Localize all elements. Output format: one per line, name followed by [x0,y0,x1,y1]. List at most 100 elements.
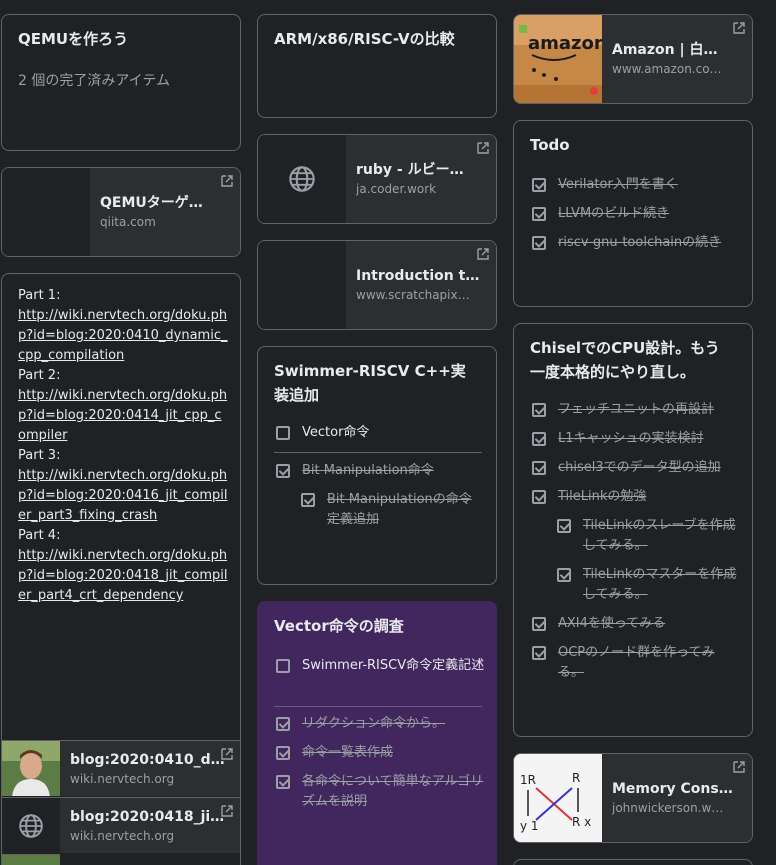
checkbox-checked[interactable] [276,746,290,760]
note-link-ruby[interactable]: ruby - ルビー… ja.coder.work [257,134,497,224]
checkbox-checked[interactable] [532,236,546,250]
link-preview[interactable]: ruby - ルビー… ja.coder.work [258,135,496,223]
checklist-subitem-done[interactable]: TileLinkのスレーブを作成してみる。 [557,516,737,556]
part4-link[interactable]: http://wiki.nervtech.org/doku.php?id=blo… [18,548,227,603]
part1-link[interactable]: http://wiki.nervtech.org/doku.php?id=blo… [18,308,227,363]
note-partial-bottom[interactable] [513,859,753,865]
open-in-new-icon[interactable] [220,747,234,761]
checkbox-checked[interactable] [557,519,571,533]
checkbox-checked[interactable] [276,464,290,478]
svg-text:R: R [572,771,580,785]
checkbox-unchecked[interactable] [276,659,290,673]
svg-text:1R: 1R [520,773,536,787]
link-preview-wiki-2[interactable]: blog:2020:0418_ji… wiki.nervtech.org [2,797,240,853]
note-link-qiita[interactable]: QEMUターゲ… qiita.com [1,167,241,257]
item-text: TileLinkのマスターを作成してみる。 [583,567,737,602]
checklist-item-done[interactable]: フェッチユニットの再設計 [532,400,742,420]
link-thumbnail [2,168,90,256]
item-text: Vector命令 [302,425,370,440]
checklist-item-done[interactable]: 命令一覧表作成 [276,743,486,763]
item-text: TileLinkの勉強 [558,489,647,504]
link-title: Introduction t… [356,268,480,284]
checkbox-checked[interactable] [276,717,290,731]
divider [274,452,482,453]
globe-icon [289,166,315,192]
checklist-item[interactable]: Swimmer-RISCV命令定義記述 [276,656,486,676]
globe-icon-thumb [2,798,60,853]
note-qemu[interactable]: QEMUを作ろう 2 個の完了済みアイテム [1,14,241,151]
link-preview[interactable]: 1R R y 1 R x Memory Cons… johnwickerson.… [514,754,752,842]
open-in-new-icon[interactable] [732,760,746,774]
checklist-item[interactable]: Vector命令 [276,423,486,443]
checkbox-checked[interactable] [301,493,315,507]
checklist-item-done[interactable]: リダクション命令から。 [276,714,486,734]
checkbox-checked[interactable] [532,432,546,446]
note-link-scratchapixel[interactable]: Introduction t… www.scratchapix… [257,240,497,330]
note-todo[interactable]: Todo Verilator入門を書く LLVMのビルド続き riscv-gnu… [513,120,753,307]
link-preview[interactable]: Introduction t… www.scratchapix… [258,241,496,329]
svg-text:amazon: amazon [528,33,602,54]
checkbox-checked[interactable] [532,646,546,660]
part3-label: Part 3: [18,448,61,463]
checkbox-checked[interactable] [557,568,571,582]
link-url: johnwickerson.w… [612,801,724,815]
checklist-item-done[interactable]: TileLinkの勉強 [532,487,742,507]
note-title: ChiselでのCPU設計。もう一度本格的にやり直し。 [530,339,720,381]
link-url: wiki.nervtech.org [70,828,175,843]
link-url: ja.coder.work [356,182,437,196]
checklist-item-done[interactable]: AXI4を使ってみる [532,614,742,634]
checklist-item-done[interactable]: 各命令について簡単なアルゴリズムを説明 [276,772,486,812]
next-preview-thumb [2,854,60,865]
checklist-item-done[interactable]: chisel3でのデータ型の追加 [532,458,742,478]
link-preview-wiki-1[interactable]: blog:2020:0410_d… wiki.nervtech.org [2,740,240,796]
checklist-item-done[interactable]: riscv-gnu-toolchainの続き [532,233,742,253]
checklist-subitem-done[interactable]: TileLinkのマスターを作成してみる。 [557,565,737,605]
checkbox-checked[interactable] [276,775,290,789]
note-link-memory[interactable]: 1R R y 1 R x Memory Cons… johnwickerson.… [513,753,753,843]
open-in-new-icon[interactable] [476,247,490,261]
item-text: リダクション命令から。 [302,716,446,731]
checkbox-checked[interactable] [532,207,546,221]
link-preview[interactable]: QEMUターゲ… qiita.com [2,168,240,256]
part4-label: Part 4: [18,528,61,543]
checklist-item-done[interactable]: OCPのノード群を作ってみる。 [532,643,737,683]
checklist-item-done[interactable]: Bit Manipulation命令 [276,461,486,481]
open-in-new-icon[interactable] [220,174,234,188]
checkbox-checked[interactable] [532,490,546,504]
note-vector-survey[interactable]: Vector命令の調査 Swimmer-RISCV命令定義記述 リダクション命令… [257,601,497,865]
checkbox-checked[interactable] [532,617,546,631]
open-in-new-icon[interactable] [220,804,234,818]
checklist-subitem-done[interactable]: Bit Manipulationの命令定義追加 [301,490,481,530]
amazon-thumbnail: amazon [514,15,602,103]
checkbox-unchecked[interactable] [276,426,290,440]
item-text: AXI4を使ってみる [558,616,666,631]
link-thumbnail [258,241,346,329]
checkbox-checked[interactable] [532,403,546,417]
checkbox-checked[interactable] [532,461,546,475]
link-preview[interactable]: amazon Amazon | 白… www.amazon.co… [514,15,752,103]
checkbox-checked[interactable] [532,178,546,192]
open-in-new-icon[interactable] [732,21,746,35]
part2-label: Part 2: [18,368,61,383]
note-swimmer-cpp[interactable]: Swimmer-RISCV C++実装追加 Vector命令 Bit Manip… [257,346,497,585]
item-text: Verilator入門を書く [558,177,678,192]
part2-link[interactable]: http://wiki.nervtech.org/doku.php?id=blo… [18,388,227,443]
note-jit-wiki[interactable]: Part 1: http://wiki.nervtech.org/doku.ph… [1,273,241,865]
note-chisel-cpu[interactable]: ChiselでのCPU設計。もう一度本格的にやり直し。 フェッチユニットの再設計… [513,323,753,737]
link-url: wiki.nervtech.org [70,771,175,786]
note-title: ARM/x86/RISC-Vの比較 [274,30,455,48]
item-text: TileLinkのスレーブを作成してみる。 [583,518,736,553]
item-text: 各命令について簡単なアルゴリズムを説明 [302,774,484,809]
note-isa-compare[interactable]: ARM/x86/RISC-Vの比較 [257,14,497,118]
checklist-item-done[interactable]: Verilator入門を書く [532,175,742,195]
link-title: ruby - ルビー… [356,162,464,178]
note-link-amazon[interactable]: amazon Amazon | 白… www.amazon.co… [513,14,753,104]
open-in-new-icon[interactable] [476,141,490,155]
checklist-item-done[interactable]: LLVMのビルド続き [532,204,742,224]
checklist-item-done[interactable]: L1キャッシュの実装検討 [532,429,742,449]
avatar-photo [2,741,60,796]
item-text: L1キャッシュの実装検討 [558,431,704,446]
link-title: blog:2020:0410_d… [70,751,225,768]
link-url: www.amazon.co… [612,62,722,76]
part3-link[interactable]: http://wiki.nervtech.org/doku.php?id=blo… [18,468,227,523]
